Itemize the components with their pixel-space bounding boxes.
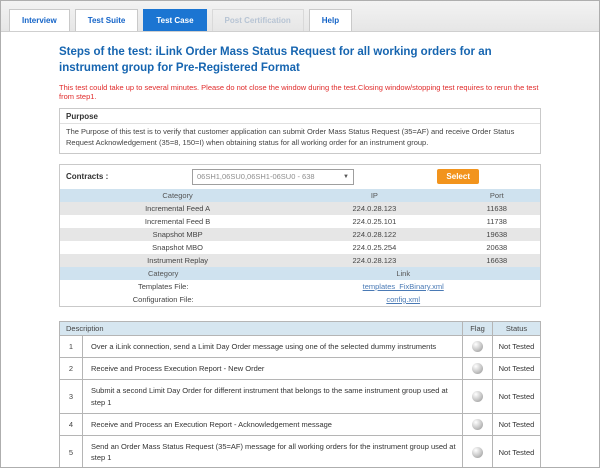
tab-test-suite[interactable]: Test Suite (75, 9, 139, 31)
network-table: Category IP Port Incremental Feed A 224.… (60, 189, 540, 267)
network-table-header: Category IP Port (60, 189, 540, 202)
ip-cell: 224.0.28.123 (295, 254, 453, 267)
step-number: 4 (60, 413, 83, 435)
tab-bar: Interview Test Suite Test Case Post Cert… (1, 1, 599, 32)
header-category: Category (60, 189, 295, 202)
step-number: 2 (60, 358, 83, 380)
step-description: Receive and Process an Execution Report … (83, 413, 463, 435)
tab-test-case[interactable]: Test Case (143, 9, 206, 31)
header-link: Link (266, 267, 540, 280)
ip-cell: 224.0.25.254 (295, 241, 453, 254)
step-number: 5 (60, 436, 83, 468)
tab-interview[interactable]: Interview (9, 9, 70, 31)
flag-sphere-icon (472, 341, 483, 352)
table-row: Instrument Replay 224.0.28.123 16638 (60, 254, 540, 267)
step-status: Not Tested (493, 335, 541, 357)
flag-sphere-icon (472, 419, 483, 430)
flag-sphere-icon (472, 391, 483, 402)
table-row: 3 Submit a second Limit Day Order for di… (60, 380, 541, 414)
ip-cell: 224.0.25.101 (295, 215, 453, 228)
category-cell: Incremental Feed B (60, 215, 295, 228)
category-cell: Snapshot MBO (60, 241, 295, 254)
table-row: Configuration File: config.xml (60, 293, 540, 306)
purpose-body: The Purpose of this test is to verify th… (60, 124, 540, 153)
table-row: 5 Send an Order Mass Status Request (35=… (60, 436, 541, 468)
file-category-cell: Templates File: (60, 280, 266, 293)
table-row: Incremental Feed A 224.0.28.123 11638 (60, 202, 540, 215)
purpose-header: Purpose (60, 109, 540, 124)
header-port: Port (454, 189, 540, 202)
files-table-header: Category Link (60, 267, 540, 280)
header-flag: Flag (463, 321, 493, 335)
port-cell: 19638 (454, 228, 540, 241)
contracts-dropdown[interactable]: 06SH1,06SU0,06SH1-06SU0 - 638 ▼ (192, 169, 354, 185)
header-files-category: Category (60, 267, 266, 280)
step-description: Receive and Process Execution Report - N… (83, 358, 463, 380)
templates-file-link[interactable]: templates_FixBinary.xml (363, 282, 444, 291)
tab-help[interactable]: Help (309, 9, 352, 31)
file-category-cell: Configuration File: (60, 293, 266, 306)
table-row: Snapshot MBP 224.0.28.122 19638 (60, 228, 540, 241)
main-content: Steps of the test: iLink Order Mass Stat… (1, 32, 599, 468)
flag-sphere-icon (472, 447, 483, 458)
warning-text: This test could take up to several minut… (59, 83, 541, 101)
step-status: Not Tested (493, 436, 541, 468)
tab-post-certification: Post Certification (212, 9, 304, 31)
chevron-down-icon: ▼ (343, 174, 349, 180)
flag-sphere-icon (472, 363, 483, 374)
table-row: Snapshot MBO 224.0.25.254 20638 (60, 241, 540, 254)
port-cell: 11638 (454, 202, 540, 215)
category-cell: Snapshot MBP (60, 228, 295, 241)
ip-cell: 224.0.28.123 (295, 202, 453, 215)
port-cell: 11738 (454, 215, 540, 228)
category-cell: Incremental Feed A (60, 202, 295, 215)
category-cell: Instrument Replay (60, 254, 295, 267)
page-title: Steps of the test: iLink Order Mass Stat… (59, 45, 541, 76)
select-button[interactable]: Select (437, 169, 479, 184)
steps-table: Description Flag Status 1 Over a iLink c… (59, 321, 541, 468)
step-description: Over a iLink connection, send a Limit Da… (83, 335, 463, 357)
table-row: 2 Receive and Process Execution Report -… (60, 358, 541, 380)
files-table: Category Link Templates File: templates_… (60, 267, 540, 306)
contracts-section: Contracts : 06SH1,06SU0,06SH1-06SU0 - 63… (59, 164, 541, 307)
step-status: Not Tested (493, 380, 541, 414)
contracts-row: Contracts : 06SH1,06SU0,06SH1-06SU0 - 63… (60, 165, 540, 189)
step-description: Send an Order Mass Status Request (35=AF… (83, 436, 463, 468)
steps-table-header: Description Flag Status (60, 321, 541, 335)
ip-cell: 224.0.28.122 (295, 228, 453, 241)
test-case-page: Interview Test Suite Test Case Post Cert… (0, 0, 600, 468)
step-status: Not Tested (493, 358, 541, 380)
contracts-dropdown-value: 06SH1,06SU0,06SH1-06SU0 - 638 (197, 172, 315, 181)
config-file-link[interactable]: config.xml (386, 295, 420, 304)
table-row: Incremental Feed B 224.0.25.101 11738 (60, 215, 540, 228)
step-description: Submit a second Limit Day Order for diff… (83, 380, 463, 414)
step-status: Not Tested (493, 413, 541, 435)
table-row: Templates File: templates_FixBinary.xml (60, 280, 540, 293)
contracts-label: Contracts : (66, 172, 108, 181)
table-row: 1 Over a iLink connection, send a Limit … (60, 335, 541, 357)
step-number: 3 (60, 380, 83, 414)
port-cell: 16638 (454, 254, 540, 267)
step-number: 1 (60, 335, 83, 357)
table-row: 4 Receive and Process an Execution Repor… (60, 413, 541, 435)
header-description: Description (60, 321, 463, 335)
header-status: Status (493, 321, 541, 335)
header-ip: IP (295, 189, 453, 202)
port-cell: 20638 (454, 241, 540, 254)
purpose-panel: Purpose The Purpose of this test is to v… (59, 108, 541, 154)
